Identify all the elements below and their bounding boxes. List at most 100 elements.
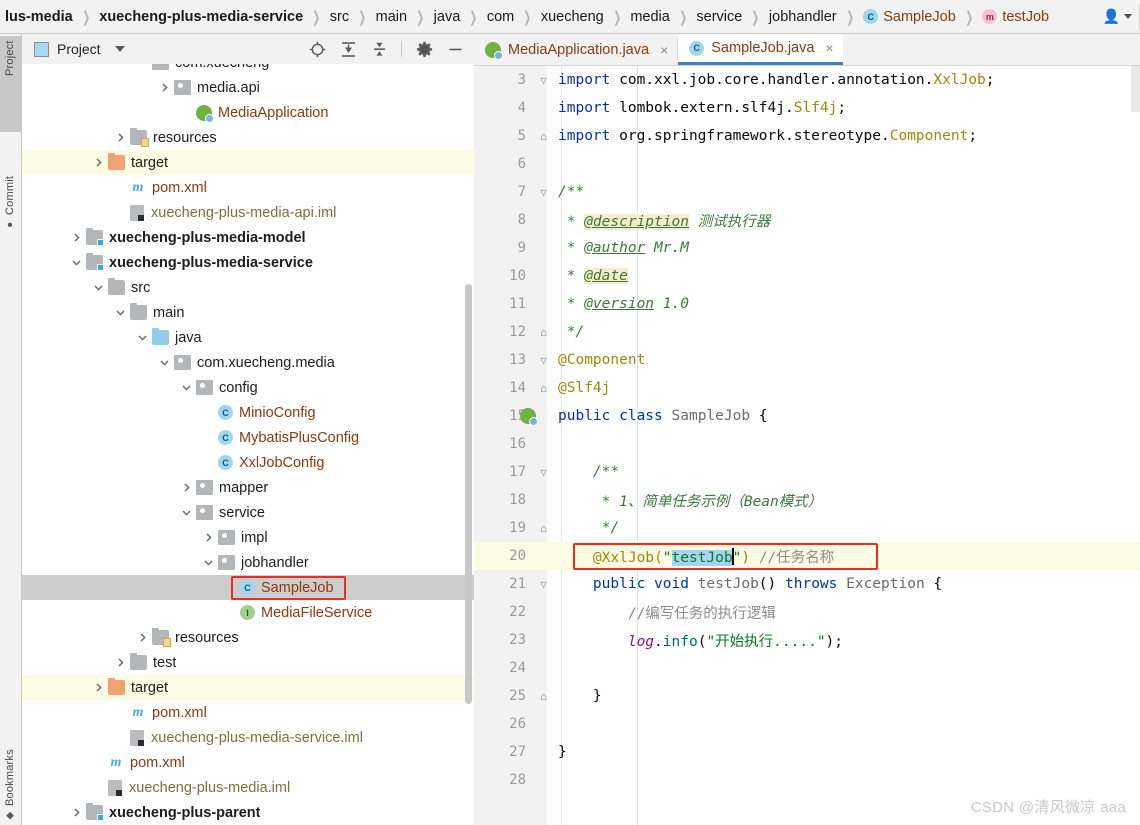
line-number[interactable]: 8 bbox=[474, 212, 536, 228]
chevron-down-icon[interactable] bbox=[180, 381, 193, 394]
fold-marker-icon[interactable]: ⌂ bbox=[536, 326, 551, 339]
tree-node-service[interactable]: service bbox=[22, 500, 474, 525]
code-editor[interactable]: 3 ▽ import com.xxl.job.core.handler.annota… bbox=[474, 66, 1140, 825]
tree-node-xuecheng-plus-media-api-iml[interactable]: xuecheng-plus-media-api.iml bbox=[22, 200, 474, 225]
chevron-down-icon[interactable] bbox=[180, 506, 193, 519]
tree-node-target[interactable]: target bbox=[22, 150, 474, 175]
line-number[interactable]: 19 bbox=[474, 520, 536, 536]
tree-node-pom-xml[interactable]: m pom.xml bbox=[22, 700, 474, 725]
line-number[interactable]: 21 bbox=[474, 576, 536, 592]
tree-node-mapper[interactable]: mapper bbox=[22, 475, 474, 500]
chevron-down-icon[interactable] bbox=[114, 306, 127, 319]
line-number[interactable]: 10 bbox=[474, 268, 536, 284]
tree-node-com-xuecheng[interactable]: com.xuecheng bbox=[22, 64, 474, 75]
stripe-button-project[interactable]: Project bbox=[0, 36, 21, 132]
tree-node-pom-xml[interactable]: m pom.xml bbox=[22, 750, 474, 775]
chevron-right-icon[interactable] bbox=[158, 81, 171, 94]
tree-node-config[interactable]: config bbox=[22, 375, 474, 400]
breadcrumb-item-jobhandler[interactable]: jobhandler bbox=[768, 9, 838, 25]
chevron-right-icon[interactable] bbox=[70, 806, 83, 819]
line-number[interactable]: 13 bbox=[474, 352, 536, 368]
tree-node-xuecheng-plus-media-service[interactable]: xuecheng-plus-media-service bbox=[22, 250, 474, 275]
breadcrumb-item-service[interactable]: service bbox=[695, 9, 743, 25]
chevron-right-icon[interactable] bbox=[92, 156, 105, 169]
breadcrumb-item-java[interactable]: java bbox=[433, 9, 462, 25]
chevron-down-icon[interactable] bbox=[70, 256, 83, 269]
line-number[interactable]: 4 bbox=[474, 100, 536, 116]
close-icon[interactable]: × bbox=[825, 40, 833, 56]
chevron-down-icon[interactable] bbox=[202, 556, 215, 569]
chevron-right-icon[interactable] bbox=[92, 681, 105, 694]
locate-icon[interactable] bbox=[308, 40, 326, 58]
chevron-right-icon[interactable] bbox=[136, 631, 149, 644]
chevron-right-icon[interactable] bbox=[114, 656, 127, 669]
tree-node-main[interactable]: main bbox=[22, 300, 474, 325]
line-number[interactable]: 26 bbox=[474, 716, 536, 732]
tree-node-mediaapplication[interactable]: MediaApplication bbox=[22, 100, 474, 125]
line-number[interactable]: 20 bbox=[474, 548, 536, 564]
tree-node-resources[interactable]: resources bbox=[22, 625, 474, 650]
tree-node-java[interactable]: java bbox=[22, 325, 474, 350]
line-number[interactable]: 11 bbox=[474, 296, 536, 312]
stripe-button-commit[interactable]: ● Commit bbox=[0, 134, 21, 230]
collapse-all-icon[interactable] bbox=[370, 40, 388, 58]
line-number[interactable]: 24 bbox=[474, 660, 536, 676]
tree-node-com-xuecheng-media[interactable]: com.xuecheng.media bbox=[22, 350, 474, 375]
line-number[interactable]: 12 bbox=[474, 324, 536, 340]
editor-scrollbar[interactable] bbox=[1131, 66, 1140, 112]
fold-marker-icon[interactable]: ⌂ bbox=[536, 382, 551, 395]
tree-node-xuecheng-plus-media-iml[interactable]: xuecheng-plus-media.iml bbox=[22, 775, 474, 800]
project-tree-scrollbar[interactable] bbox=[465, 284, 472, 704]
chevron-down-icon[interactable] bbox=[136, 331, 149, 344]
expand-all-icon[interactable] bbox=[339, 40, 357, 58]
line-number[interactable]: 17 bbox=[474, 464, 536, 480]
tree-node-src[interactable]: src bbox=[22, 275, 474, 300]
breadcrumb-item-main[interactable]: main bbox=[375, 9, 408, 25]
line-number[interactable]: 23 bbox=[474, 632, 536, 648]
fold-marker-icon[interactable]: ▽ bbox=[536, 578, 551, 591]
line-number[interactable]: 28 bbox=[474, 772, 536, 788]
tree-node-xuecheng-plus-media-model[interactable]: xuecheng-plus-media-model bbox=[22, 225, 474, 250]
line-number[interactable]: 9 bbox=[474, 240, 536, 256]
close-icon[interactable]: × bbox=[660, 42, 668, 58]
line-number[interactable]: 22 bbox=[474, 604, 536, 620]
breadcrumb-item-com[interactable]: com bbox=[486, 9, 515, 25]
editor-tab-samplejob-java[interactable]: C SampleJob.java × bbox=[678, 34, 843, 65]
user-menu[interactable]: 👤 bbox=[1103, 8, 1140, 25]
chevron-right-icon[interactable] bbox=[70, 231, 83, 244]
breadcrumb-item-xuecheng[interactable]: xuecheng bbox=[540, 9, 605, 25]
fold-marker-icon[interactable]: ⌂ bbox=[536, 690, 551, 703]
tree-node-xuecheng-plus-media-service-iml[interactable]: xuecheng-plus-media-service.iml bbox=[22, 725, 474, 750]
stripe-button-bookmarks[interactable]: ◆ Bookmarks bbox=[0, 711, 21, 821]
tree-node-mediafileservice[interactable]: I MediaFileService bbox=[22, 600, 474, 625]
tree-node-test[interactable]: test bbox=[22, 650, 474, 675]
run-gutter-icon[interactable] bbox=[520, 408, 538, 426]
line-number[interactable]: 3 bbox=[474, 72, 536, 88]
tree-node-xxljobconfig[interactable]: C XxlJobConfig bbox=[22, 450, 474, 475]
view-selector-chevron-down-icon[interactable] bbox=[114, 46, 125, 52]
chevron-right-icon[interactable] bbox=[114, 131, 127, 144]
line-number[interactable]: 16 bbox=[474, 436, 536, 452]
chevron-down-icon[interactable] bbox=[158, 356, 171, 369]
tree-node-minioconfig[interactable]: C MinioConfig bbox=[22, 400, 474, 425]
line-number[interactable]: 5 bbox=[474, 128, 536, 144]
line-number[interactable]: 14 bbox=[474, 380, 536, 396]
breadcrumb-item-media[interactable]: media bbox=[629, 9, 671, 25]
tree-node-xuecheng-plus-parent[interactable]: xuecheng-plus-parent bbox=[22, 800, 474, 825]
tree-node-pom-xml[interactable]: m pom.xml bbox=[22, 175, 474, 200]
minimize-icon[interactable] bbox=[446, 40, 464, 58]
tree-node-target[interactable]: target bbox=[22, 675, 474, 700]
tree-node-resources[interactable]: resources bbox=[22, 125, 474, 150]
breadcrumb-item-xuecheng-plus-media-service[interactable]: xuecheng-plus-media-service bbox=[98, 9, 304, 25]
breadcrumb-item-src[interactable]: src bbox=[329, 9, 350, 25]
line-number[interactable]: 27 bbox=[474, 744, 536, 760]
tree-node-mybatisplusconfig[interactable]: C MybatisPlusConfig bbox=[22, 425, 474, 450]
fold-marker-icon[interactable]: ▽ bbox=[536, 74, 551, 87]
line-number[interactable]: 18 bbox=[474, 492, 536, 508]
tree-node-impl[interactable]: impl bbox=[22, 525, 474, 550]
fold-marker-icon[interactable]: ⌂ bbox=[536, 522, 551, 535]
line-number[interactable]: 25 bbox=[474, 688, 536, 704]
editor-tab-mediaapplication-java[interactable]: MediaApplication.java × bbox=[474, 34, 678, 65]
breadcrumb-item-samplejob[interactable]: C SampleJob bbox=[862, 9, 957, 25]
gear-icon[interactable] bbox=[415, 40, 433, 58]
